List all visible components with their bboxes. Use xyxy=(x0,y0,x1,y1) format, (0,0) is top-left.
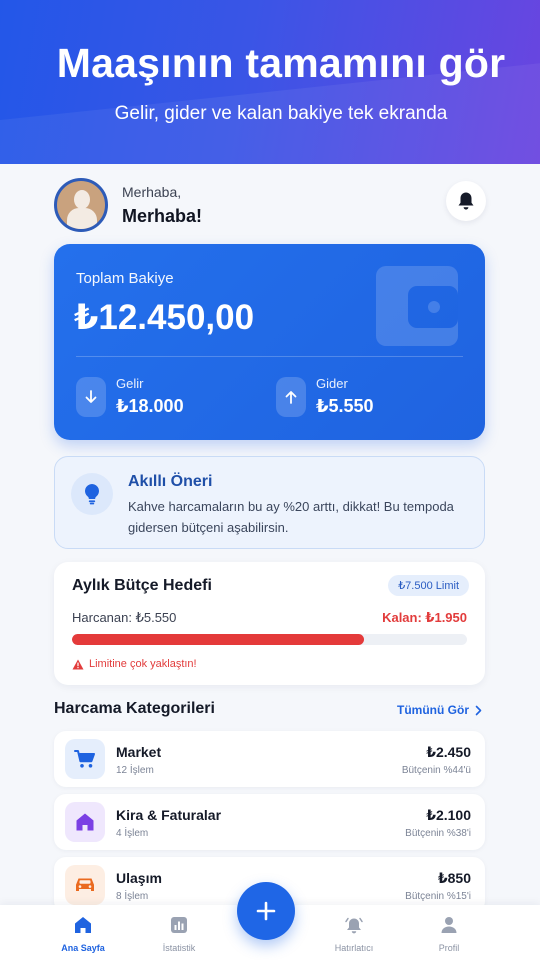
balance-card[interactable]: Toplam Bakiye ₺12.450,00 Gelir ₺18.000 G… xyxy=(54,244,485,440)
nav-statistics-label: İstatistik xyxy=(162,943,196,953)
warning-icon xyxy=(72,659,84,669)
category-percent: Bütçenin %44'ü xyxy=(401,765,471,776)
arrow-up-icon xyxy=(285,390,297,404)
expense-value: ₺5.550 xyxy=(316,396,374,416)
category-percent: Bütçenin %15'i xyxy=(405,891,471,902)
categories-title: Harcama Kategorileri xyxy=(54,700,215,717)
notifications-button[interactable] xyxy=(446,181,486,221)
budget-spent: Harcanan: ₺5.550 xyxy=(72,610,177,625)
income-value: ₺18.000 xyxy=(116,396,184,416)
promo-subtitle: Gelir, gider ve kalan bakiye tek ekranda xyxy=(114,103,448,124)
category-count: 8 İşlem xyxy=(116,891,149,902)
budget-limit-badge: ₺7.500 Limit xyxy=(388,575,469,596)
balance-label: Toplam Bakiye xyxy=(76,270,174,287)
avatar[interactable] xyxy=(54,178,108,232)
nav-home[interactable]: Ana Sayfa xyxy=(43,915,123,953)
nav-reminders[interactable]: Hatırlatıcı xyxy=(314,915,394,953)
budget-warning-text: Limitine çok yaklaştın! xyxy=(89,658,197,670)
smart-tip-card[interactable]: Akıllı Öneri Kahve harcamaların bu ay %2… xyxy=(54,456,485,549)
promo-title: Maaşının tamamını gör xyxy=(56,40,506,86)
category-count: 12 İşlem xyxy=(116,765,154,776)
budget-warning: Limitine çok yaklaştın! xyxy=(72,658,197,670)
category-name: Market xyxy=(116,744,162,760)
budget-progress-fill xyxy=(72,634,365,645)
promo-header: Maaşının tamamını gör Gelir, gider ve ka… xyxy=(0,0,540,164)
nav-statistics[interactable]: İstatistik xyxy=(139,915,219,953)
nav-profile-label: Profil xyxy=(438,943,460,953)
category-percent: Bütçenin %38'i xyxy=(405,828,471,839)
balance-divider xyxy=(76,356,463,357)
balance-amount: ₺12.450,00 xyxy=(74,298,255,337)
car-icon xyxy=(76,878,94,891)
category-amount: ₺850 xyxy=(437,870,471,886)
cart-icon xyxy=(74,750,95,768)
income-label: Gelir xyxy=(116,376,144,391)
home-icon xyxy=(76,813,94,831)
category-amount: ₺2.100 xyxy=(426,807,471,823)
greeting-label: Merhaba, xyxy=(122,183,182,200)
category-amount: ₺2.450 xyxy=(426,744,471,760)
nav-home-label: Ana Sayfa xyxy=(61,943,105,953)
see-all-link[interactable]: Tümünü Gör xyxy=(397,703,482,717)
expense-summary: Gider ₺5.550 xyxy=(276,376,374,417)
income-summary: Gelir ₺18.000 xyxy=(76,376,184,417)
budget-goal-card[interactable]: Aylık Bütçe Hedefi ₺7.500 Limit Harcanan… xyxy=(54,562,485,685)
user-icon xyxy=(441,917,457,933)
category-item-rent-bills[interactable]: Kira & Faturalar 4 İşlem ₺2.100 Bütçenin… xyxy=(54,794,485,850)
budget-title: Aylık Bütçe Hedefi xyxy=(72,577,212,594)
lightbulb-icon xyxy=(85,484,99,505)
tip-body: Kahve harcamaların bu ay %20 arttı, dikk… xyxy=(128,499,454,535)
category-name: Kira & Faturalar xyxy=(116,807,222,823)
wallet-icon xyxy=(376,266,458,346)
chart-icon xyxy=(171,917,187,933)
nav-reminders-label: Hatırlatıcı xyxy=(334,943,374,953)
category-item-market[interactable]: Market 12 İşlem ₺2.450 Bütçenin %44'ü xyxy=(54,731,485,787)
category-count: 4 İşlem xyxy=(116,828,149,839)
expense-label: Gider xyxy=(316,376,348,391)
budget-progress-bar xyxy=(72,634,467,645)
tip-title: Akıllı Öneri xyxy=(128,473,213,490)
alarm-bell-icon xyxy=(345,917,363,933)
greeting-name: Merhaba! xyxy=(122,205,203,226)
category-name: Ulaşım xyxy=(116,870,162,886)
plus-icon xyxy=(256,901,276,921)
budget-remaining: Kalan: ₺1.950 xyxy=(382,610,467,625)
greeting-row: Merhaba, Merhaba! xyxy=(54,178,202,232)
bell-icon xyxy=(458,192,474,210)
arrow-down-icon xyxy=(85,389,97,403)
chevron-right-icon xyxy=(475,705,482,715)
home-icon xyxy=(75,917,91,933)
see-all-label: Tümünü Gör xyxy=(397,703,469,717)
nav-profile[interactable]: Profil xyxy=(409,915,489,953)
add-transaction-button[interactable] xyxy=(237,882,295,940)
